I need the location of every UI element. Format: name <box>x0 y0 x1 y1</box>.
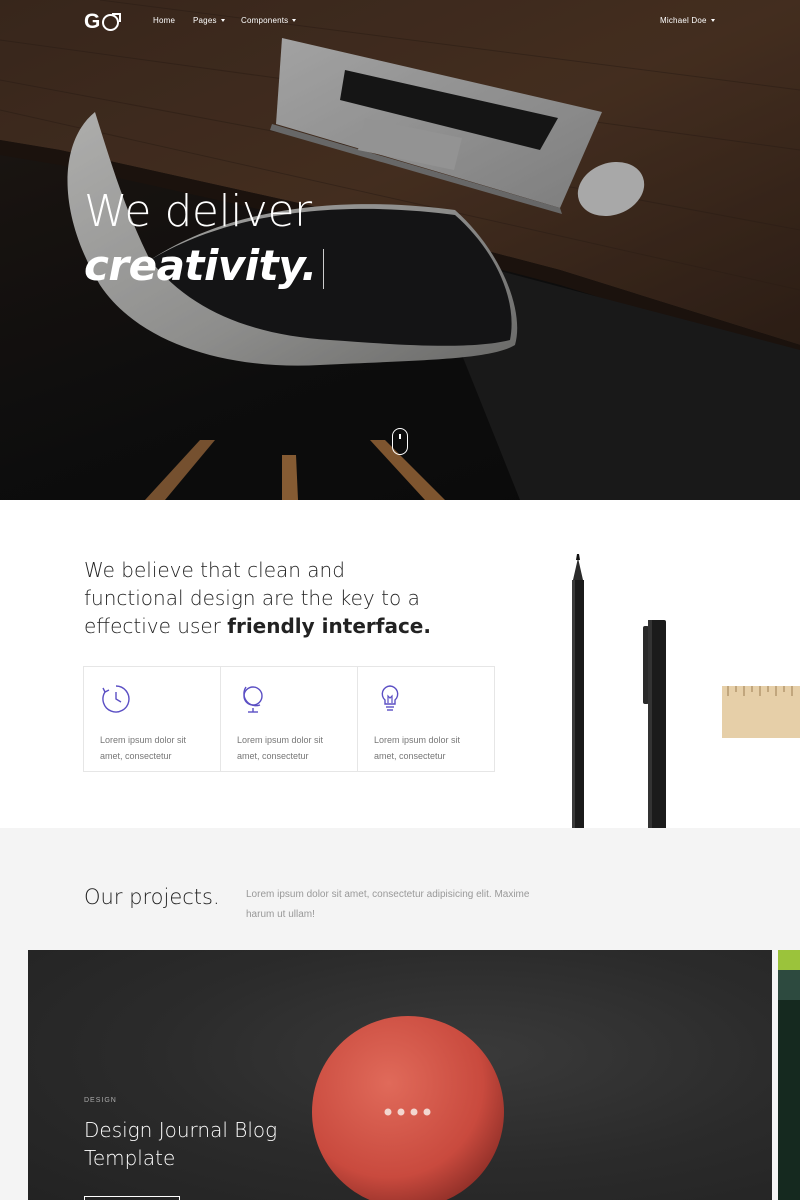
projects-description: Lorem ipsum dolor sit amet, consectetur … <box>246 889 530 920</box>
feature-card: Lorem ipsum dolor sit amet, consectetur <box>357 666 495 772</box>
chevron-down-icon <box>292 19 297 23</box>
feature-text: Lorem ipsum dolor sit amet, consectetur <box>100 735 187 761</box>
project-card[interactable]: DESIGN Design Journal Blog Template <box>28 950 772 1200</box>
features-grid: Lorem ipsum dolor sit amet, consectetur … <box>83 666 495 772</box>
feature-text: Lorem ipsum dolor sit amet, consectetur <box>237 735 324 761</box>
speaker-image <box>312 1016 504 1200</box>
logo-o-mark <box>102 12 122 31</box>
stationery-image <box>572 554 800 828</box>
projects-section: Our projects. Lorem ipsum dolor sit amet… <box>0 828 800 1200</box>
logo-text: G <box>84 10 102 33</box>
feature-text: Lorem ipsum dolor sit amet, consectetur <box>374 735 461 761</box>
nav-components-dropdown[interactable]: Components <box>241 16 297 25</box>
nav-pages-dropdown[interactable]: Pages <box>193 16 225 25</box>
about-heading: We believe that clean and functional des… <box>84 558 431 638</box>
card-title: Design Journal Blog Template <box>84 1118 278 1170</box>
hero-section: G Home Pages Components Michael Doe We d… <box>0 0 800 500</box>
clock-icon <box>102 685 130 713</box>
next-project-card[interactable] <box>778 950 800 1200</box>
scroll-down-icon[interactable] <box>392 428 408 455</box>
hero-headline-line2: creativity. <box>84 238 325 294</box>
feature-card: Lorem ipsum dolor sit amet, consectetur <box>83 666 221 772</box>
projects-title: Our projects. <box>84 885 220 909</box>
chevron-down-icon <box>220 19 225 23</box>
top-navbar: G Home Pages Components Michael Doe <box>0 0 800 44</box>
hero-headline-line1: We deliver <box>84 186 312 237</box>
card-button[interactable] <box>84 1196 180 1200</box>
about-section: We believe that clean and functional des… <box>0 500 800 828</box>
globe-icon <box>243 686 263 713</box>
user-menu-dropdown[interactable]: Michael Doe <box>660 16 715 25</box>
chevron-down-icon <box>710 19 715 23</box>
nav-home-link[interactable]: Home <box>153 16 175 25</box>
lightbulb-icon <box>381 685 399 711</box>
hero-headline: We deliver creativity. <box>84 186 325 294</box>
brand-logo[interactable]: G <box>84 10 122 34</box>
feature-card: Lorem ipsum dolor sit amet, consectetur <box>220 666 358 772</box>
typing-cursor <box>322 248 325 289</box>
card-category: DESIGN <box>84 1097 117 1104</box>
